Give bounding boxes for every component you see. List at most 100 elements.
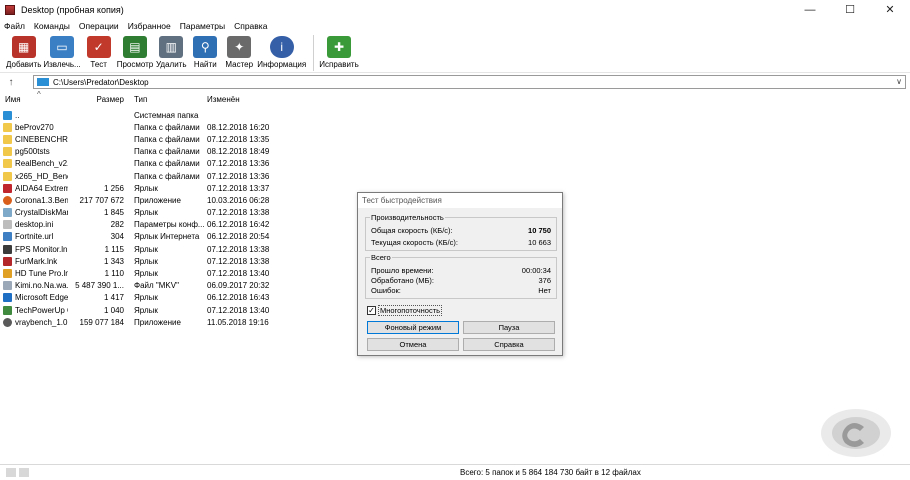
wizard-button-label: Мастер [225, 60, 254, 69]
overall-speed-label: Общая скорость (КБ/с): [371, 226, 453, 235]
file-row[interactable]: TechPowerUp G... 1 040 Ярлык 07.12.2018 13:… [0, 304, 270, 316]
file-size: 1 256 [103, 183, 124, 193]
file-modified: 07.12.2018 13:40 [207, 305, 270, 315]
test-button[interactable]: ✓ Тест [83, 33, 115, 69]
overall-speed-row: Общая скорость (КБ/с): 10 750 [371, 226, 551, 235]
column-size[interactable]: Размер [68, 95, 128, 104]
file-type: Ярлык [134, 183, 158, 193]
file-row[interactable]: desktop.ini 282 Параметры конф... 06.12.201… [0, 219, 270, 231]
file-size: 5 487 390 1... [75, 281, 124, 291]
key-icon [19, 468, 29, 477]
file-row[interactable]: Kimi.no.Na.wa.2... 5 487 390 1... Файл "MK… [0, 280, 270, 292]
column-modified[interactable]: Изменён [204, 95, 270, 104]
archive-add-icon: ▦ [11, 36, 36, 58]
wizard-button[interactable]: ✦ Мастер [223, 33, 255, 69]
add-button-label: Добавить [6, 60, 42, 69]
file-row[interactable]: FPS Monitor.lnk 1 115 Ярлык 07.12.2018 13:3… [0, 243, 270, 255]
file-type: Приложение [134, 195, 181, 205]
address-bar: ↑ C:\Users\Predator\Desktop ∨ [0, 74, 910, 90]
total-group-label: Всего [370, 253, 392, 262]
file-row[interactable]: FurMark.lnk 1 343 Ярлык 07.12.2018 13:38 [0, 255, 270, 267]
cancel-button[interactable]: Отмена [367, 338, 459, 351]
column-type[interactable]: Тип [128, 95, 204, 104]
folder-icon [3, 147, 12, 157]
status-text: Всего: 5 папок и 5 864 184 730 байт в 12… [460, 468, 641, 477]
elapsed-row: Прошло времени: 00:00:34 [371, 266, 551, 275]
aida64-icon [3, 183, 12, 193]
folder-icon [37, 78, 49, 86]
address-input[interactable]: C:\Users\Predator\Desktop ∨ [33, 75, 906, 89]
file-type: Ярлык [134, 244, 158, 254]
file-name: vraybench_1.0.8... [15, 317, 68, 327]
file-row[interactable]: x265_HD_Bench... Папка с файлами 07.12.201… [0, 170, 270, 182]
file-row[interactable]: .. Системная папка [0, 109, 270, 121]
up-arrow-icon[interactable]: ↑ [0, 77, 22, 88]
extract-button-label: Извлечь... [43, 60, 81, 69]
menu-commands[interactable]: Команды [34, 21, 70, 31]
file-row[interactable]: RealBench_v2.43 Папка с файлами 07.12.2018… [0, 158, 270, 170]
status-icons [6, 468, 32, 477]
file-row[interactable]: Microsoft Edge.l... 1 417 Ярлык 06.12.2018 … [0, 292, 270, 304]
file-rows: .. Системная папка beProv270 Папка с файла… [0, 109, 270, 328]
background-mode-button[interactable]: Фоновый режим [367, 321, 459, 334]
file-size: 282 [110, 220, 124, 230]
benchmark-dialog: Тест быстродействия Производительность О… [357, 192, 563, 356]
maximize-button[interactable]: ☐ [830, 0, 870, 19]
file-modified: 06.09.2017 20:32 [207, 281, 270, 291]
close-button[interactable]: ✕ [870, 0, 910, 19]
file-type: Ярлык [134, 269, 158, 279]
find-button-label: Найти [193, 60, 217, 69]
file-modified: 07.12.2018 13:38 [207, 244, 270, 254]
magnifier-icon: ⚲ [193, 36, 218, 58]
test-button-label: Тест [90, 60, 107, 69]
performance-group: Производительность Общая скорость (КБ/с)… [365, 213, 557, 251]
multithreading-checkbox[interactable]: ✓ [367, 306, 376, 315]
info-button[interactable]: i Информация [257, 33, 306, 69]
pause-button[interactable]: Пауза [463, 321, 555, 334]
file-row[interactable]: CrystalDiskMark... 1 845 Ярлык 07.12.2018 1… [0, 207, 270, 219]
file-row[interactable]: HD Tune Pro.lnk 1 110 Ярлык 07.12.2018 13:4… [0, 267, 270, 279]
file-row[interactable]: pg500tsts Папка с файлами 08.12.2018 18:49 [0, 146, 270, 158]
column-name[interactable]: Имя [0, 95, 68, 104]
vray-icon [3, 317, 12, 327]
extract-button[interactable]: ▭ Извлечь... [43, 33, 81, 69]
minimize-button[interactable]: — [790, 0, 830, 19]
file-modified: 07.12.2018 13:36 [207, 159, 270, 169]
file-row[interactable]: AIDA64 Extreme... 1 256 Ярлык 07.12.2018 13… [0, 182, 270, 194]
chevron-down-icon[interactable]: ∨ [896, 77, 902, 86]
total-group: Всего Прошло времени: 00:00:34 Обработан… [365, 253, 557, 299]
menu-help[interactable]: Справка [234, 21, 267, 31]
processed-label: Обработано (МБ): [371, 276, 434, 285]
add-button[interactable]: ▦ Добавить [6, 33, 41, 69]
file-type: Файл "MKV" [134, 281, 179, 291]
watermark-logo [821, 409, 891, 457]
file-name: AIDA64 Extreme... [15, 183, 68, 193]
current-speed-label: Текущая скорость (КБ/с): [371, 238, 458, 247]
file-row[interactable]: beProv270 Папка с файлами 08.12.2018 16:20 [0, 121, 270, 133]
menu-operations[interactable]: Операции [79, 21, 119, 31]
menu-favorites[interactable]: Избранное [128, 21, 171, 31]
ini-file-icon [3, 220, 12, 230]
file-modified: 08.12.2018 16:20 [207, 122, 270, 132]
elapsed-label: Прошло времени: [371, 266, 434, 275]
file-row[interactable]: Fortnite.url 304 Ярлык Интернета 06.12.2018… [0, 231, 270, 243]
menu-options[interactable]: Параметры [180, 21, 225, 31]
file-type: Ярлык Интернета [134, 232, 200, 242]
file-modified: 11.05.2018 19:16 [207, 317, 269, 327]
file-row[interactable]: Corona1.3.Benc... 217 707 672 Приложение 10… [0, 194, 270, 206]
errors-label: Ошибок: [371, 286, 401, 295]
menu-file[interactable]: Файл [4, 21, 25, 31]
file-row[interactable]: vraybench_1.0.8... 159 077 184 Приложение 1… [0, 316, 270, 328]
file-name: Microsoft Edge.l... [15, 293, 68, 303]
file-type: Ярлык [134, 305, 158, 315]
file-name: FPS Monitor.lnk [15, 244, 68, 254]
repair-button[interactable]: ✚ Исправить [319, 33, 359, 69]
file-row[interactable]: CINEBENCHR15... Папка с файлами 07.12.2018… [0, 133, 270, 145]
help-button[interactable]: Справка [463, 338, 555, 351]
delete-button[interactable]: ▥ Удалить [155, 33, 187, 69]
view-button[interactable]: ▤ Просмотр [117, 33, 153, 69]
column-header-row: ^ Имя Размер Тип Изменён [0, 90, 270, 107]
file-size: 1 343 [103, 256, 124, 266]
multithreading-option[interactable]: ✓ Многопоточность [367, 305, 443, 316]
find-button[interactable]: ⚲ Найти [189, 33, 221, 69]
